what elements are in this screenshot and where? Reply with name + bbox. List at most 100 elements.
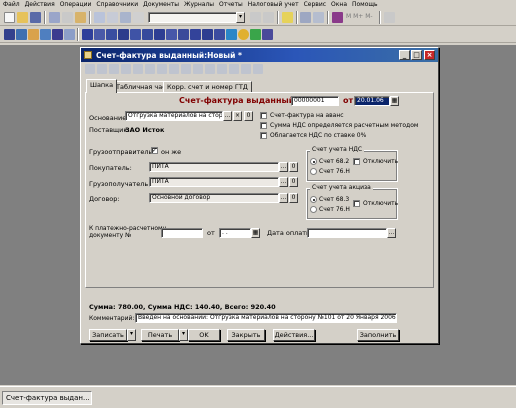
buyer-field[interactable]: ПИТА [149, 162, 279, 172]
document-b-icon[interactable] [94, 29, 105, 40]
actions-button[interactable]: Действия... [273, 329, 315, 341]
buyer-open-button[interactable]: 0 [289, 162, 298, 172]
copy-icon[interactable] [62, 12, 73, 23]
vat-zero-checkbox[interactable] [260, 132, 267, 139]
form-action-icon-10[interactable] [193, 64, 203, 74]
menu-references[interactable]: Справочники [96, 1, 138, 8]
new-doc-icon[interactable] [4, 12, 15, 23]
form-action-icon-1[interactable] [85, 64, 95, 74]
basis-select-button[interactable]: ... [223, 111, 232, 121]
form-action-icon-2[interactable] [97, 64, 107, 74]
print-icon[interactable] [94, 12, 105, 23]
document-d-icon[interactable] [118, 29, 129, 40]
sort-icon[interactable] [229, 64, 239, 74]
calc-extra-icon[interactable] [384, 12, 395, 23]
form-action-icon-3[interactable] [109, 64, 119, 74]
cut-icon[interactable] [49, 12, 60, 23]
help-question-icon[interactable] [282, 12, 293, 23]
menu-journals[interactable]: Журналы [184, 1, 214, 8]
basis-clear-icon[interactable]: × [233, 111, 242, 121]
pay-date-select-button[interactable]: ... [387, 228, 396, 238]
menu-file[interactable]: Файл [3, 1, 20, 8]
open-folder-icon[interactable] [17, 12, 28, 23]
shipper-same-checkbox[interactable]: ✓ [151, 147, 158, 154]
excise-683-radio[interactable] [310, 196, 317, 203]
document-g-icon[interactable] [154, 29, 165, 40]
menu-help[interactable]: Помощь [352, 1, 378, 8]
document-i-icon[interactable] [178, 29, 189, 40]
print-dropdown-icon[interactable]: ▾ [179, 329, 188, 341]
basis-field[interactable]: Отгрузка материалов на сторону 1 [125, 111, 223, 121]
document-c-icon[interactable] [106, 29, 117, 40]
basis-open-button[interactable]: 0 [244, 111, 253, 121]
paste-icon[interactable] [75, 12, 86, 23]
menu-tax-accounting[interactable]: Налоговый учет [248, 1, 299, 8]
consignee-open-button[interactable]: 0 [289, 177, 298, 187]
chevron-down-icon[interactable]: ▾ [236, 12, 245, 23]
document-k-icon[interactable] [202, 29, 213, 40]
form-action-icon-9[interactable] [181, 64, 191, 74]
help-icon[interactable] [241, 64, 251, 74]
document-e-icon[interactable] [130, 29, 141, 40]
replace-icon[interactable] [133, 12, 144, 23]
calculator-icon[interactable] [313, 12, 324, 23]
arrow-up-icon[interactable] [205, 64, 215, 74]
menu-operations[interactable]: Операции [60, 1, 92, 8]
save-icon[interactable] [30, 12, 41, 23]
close-icon[interactable]: × [424, 50, 435, 60]
document-h-icon[interactable] [166, 29, 177, 40]
menu-reports[interactable]: Отчеты [219, 1, 243, 8]
payment-date-calendar-icon[interactable]: ▦ [251, 228, 260, 238]
doc-number-field[interactable]: 00000001 [291, 96, 339, 106]
report-icon[interactable] [226, 29, 237, 40]
payment-doc-field[interactable] [161, 228, 203, 238]
refresh-icon[interactable] [250, 29, 261, 40]
close-button[interactable]: Закрыть [227, 329, 265, 341]
contract-open-button[interactable]: 0 [289, 193, 298, 203]
maximize-icon[interactable]: □ [411, 50, 422, 60]
payment-date-field[interactable]: . . [219, 228, 251, 238]
search-combo[interactable] [148, 12, 244, 23]
vat-682-radio[interactable] [310, 158, 317, 165]
form-action-icon-5[interactable] [133, 64, 143, 74]
form-action-icon-7[interactable] [157, 64, 167, 74]
calendar-icon[interactable] [300, 12, 311, 23]
preview-icon[interactable] [107, 12, 118, 23]
tab-corr-account[interactable]: Корр. счет и номер ГТД [163, 81, 252, 92]
record-button[interactable]: Записать [89, 329, 127, 341]
register-icon[interactable] [40, 29, 51, 40]
arrow-down-icon[interactable] [217, 64, 227, 74]
advance-checkbox[interactable] [260, 112, 267, 119]
operations-log-icon[interactable] [332, 12, 343, 23]
find-icon[interactable] [120, 12, 131, 23]
calendar-picker-icon[interactable]: ▦ [390, 96, 399, 106]
search-next-icon[interactable] [263, 12, 274, 23]
pay-date-field[interactable] [307, 228, 387, 238]
book-icon[interactable] [52, 29, 63, 40]
excise-76n-radio[interactable] [310, 206, 317, 213]
vat-disable-checkbox[interactable] [353, 158, 360, 165]
contract-select-button[interactable]: ... [279, 193, 288, 203]
comment-field[interactable]: Введен на основании: Отгрузка материалов… [135, 313, 397, 323]
menu-service[interactable]: Сервис [304, 1, 326, 8]
menu-windows[interactable]: Окна [331, 1, 347, 8]
excise-disable-checkbox[interactable] [353, 200, 360, 207]
tab-header[interactable]: Шапка [86, 79, 118, 93]
window-titlebar[interactable]: Счет-фактура выданный:Новый * _ □ × [81, 48, 438, 62]
chart-of-accounts-icon[interactable] [4, 29, 15, 40]
consignee-select-button[interactable]: ... [279, 177, 288, 187]
print-button[interactable]: Печать [141, 329, 179, 341]
list-icon[interactable] [64, 29, 75, 40]
document-a-icon[interactable] [82, 29, 93, 40]
record-dropdown-icon[interactable]: ▾ [127, 329, 136, 341]
document-j-icon[interactable] [190, 29, 201, 40]
minimize-icon[interactable]: _ [399, 50, 410, 60]
form-action-icon-4[interactable] [121, 64, 131, 74]
search-binoculars-icon[interactable] [250, 12, 261, 23]
filter-icon[interactable] [253, 64, 263, 74]
contract-field[interactable]: Основной договор [149, 193, 279, 203]
vat-calc-checkbox[interactable] [260, 122, 267, 129]
globe-icon[interactable] [238, 29, 249, 40]
menu-documents[interactable]: Документы [143, 1, 179, 8]
memory-buttons[interactable]: M M+ M- [346, 13, 373, 20]
